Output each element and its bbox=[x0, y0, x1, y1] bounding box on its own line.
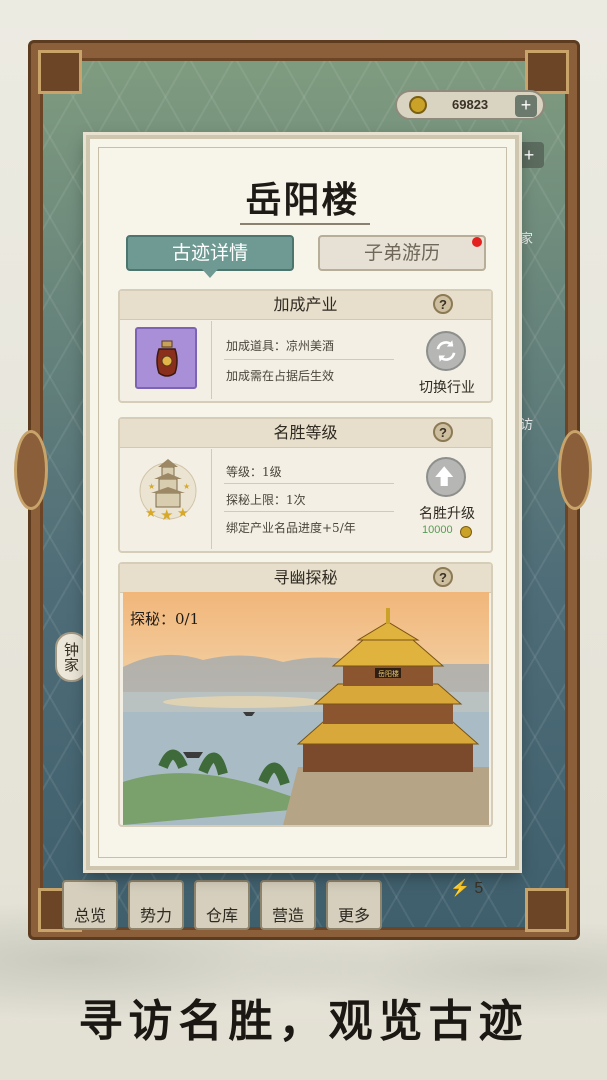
promo-slogan: 寻访名胜，观览古迹 bbox=[78, 996, 529, 1047]
divider bbox=[224, 511, 394, 512]
frame-side-ornament bbox=[558, 430, 592, 510]
explore-count: 探秘：0/1 bbox=[130, 610, 200, 628]
nav-power-button[interactable]: 势力 bbox=[128, 880, 184, 930]
coin-amount: 69823 bbox=[452, 97, 489, 112]
site-detail-modal: 岳阳楼 古迹详情 子弟游历 加成产业 ? 加成道具：凉州美酒 加成需在占据后生效 bbox=[86, 135, 519, 870]
upgrade-cost: 10000 bbox=[422, 524, 453, 536]
pagoda-three-star-icon: ★ ★ ★ ★ ★ bbox=[138, 453, 198, 525]
level-text: 等级：1级 bbox=[226, 465, 282, 479]
frame-corner-ornament bbox=[38, 50, 82, 94]
help-icon[interactable]: ? bbox=[433, 294, 453, 314]
site-level-section: 名胜等级 ? ★ ★ ★ ★ ★ 等级：1级 探秘上限：1次 绑定产业名品进度+… bbox=[118, 417, 493, 553]
tab-site-details[interactable]: 古迹详情 bbox=[126, 235, 294, 271]
nav-warehouse-button[interactable]: 仓库 bbox=[194, 880, 250, 930]
wine-jar-icon[interactable] bbox=[135, 327, 197, 389]
nav-overview-button[interactable]: 总览 bbox=[62, 880, 118, 930]
divider bbox=[224, 359, 394, 360]
energy-count: ⚡ 5 bbox=[450, 880, 484, 897]
vertical-divider bbox=[211, 449, 212, 549]
divider bbox=[224, 483, 394, 484]
map-right-label: 家 bbox=[520, 232, 534, 247]
nav-more-button[interactable]: 更多 bbox=[326, 880, 382, 930]
frame-corner-ornament bbox=[525, 50, 569, 94]
svg-text:★: ★ bbox=[148, 482, 155, 491]
coin-bar: 69823 + bbox=[395, 90, 545, 120]
svg-text:★: ★ bbox=[160, 506, 173, 524]
upgrade-site-button[interactable]: 名胜升级 bbox=[407, 503, 487, 523]
nav-build-button[interactable]: 营造 bbox=[260, 880, 316, 930]
bonus-industry-section: 加成产业 ? 加成道具：凉州美酒 加成需在占据后生效 切换行业 bbox=[118, 289, 493, 403]
svg-text:★: ★ bbox=[183, 482, 190, 491]
coin-icon bbox=[460, 526, 472, 538]
vertical-divider bbox=[211, 321, 212, 399]
bound-industry-progress-text: 绑定产业名品进度+5/年 bbox=[226, 521, 356, 535]
active-tab-pointer bbox=[202, 269, 218, 278]
bonus-item-text: 加成道具：凉州美酒 bbox=[226, 339, 335, 353]
bonus-condition-text: 加成需在占据后生效 bbox=[226, 369, 335, 383]
coin-icon bbox=[409, 96, 427, 114]
map-visit-label: 访 bbox=[520, 418, 534, 433]
switch-industry-icon[interactable] bbox=[426, 331, 466, 371]
frame-side-ornament bbox=[14, 430, 48, 510]
tab-disciple-travel[interactable]: 子弟游历 bbox=[318, 235, 486, 271]
svg-text:★: ★ bbox=[145, 506, 157, 521]
explore-section: 寻幽探秘 ? 岳阳楼 探秘：0/1 bbox=[118, 562, 493, 827]
map-family-label[interactable]: 钟家 bbox=[55, 632, 88, 682]
tower-sign-text: 岳阳楼 bbox=[378, 669, 399, 678]
switch-industry-button[interactable]: 切换行业 bbox=[407, 377, 487, 397]
title-underline bbox=[240, 223, 370, 225]
modal-title: 岳阳楼 bbox=[245, 179, 360, 221]
add-coins-button[interactable]: + bbox=[515, 95, 537, 117]
explore-limit-text: 探秘上限：1次 bbox=[226, 493, 306, 507]
upgrade-arrow-icon[interactable] bbox=[426, 457, 466, 497]
help-icon[interactable]: ? bbox=[433, 422, 453, 442]
help-icon[interactable]: ? bbox=[433, 567, 453, 587]
notification-dot bbox=[472, 237, 482, 247]
svg-text:★: ★ bbox=[177, 506, 189, 521]
